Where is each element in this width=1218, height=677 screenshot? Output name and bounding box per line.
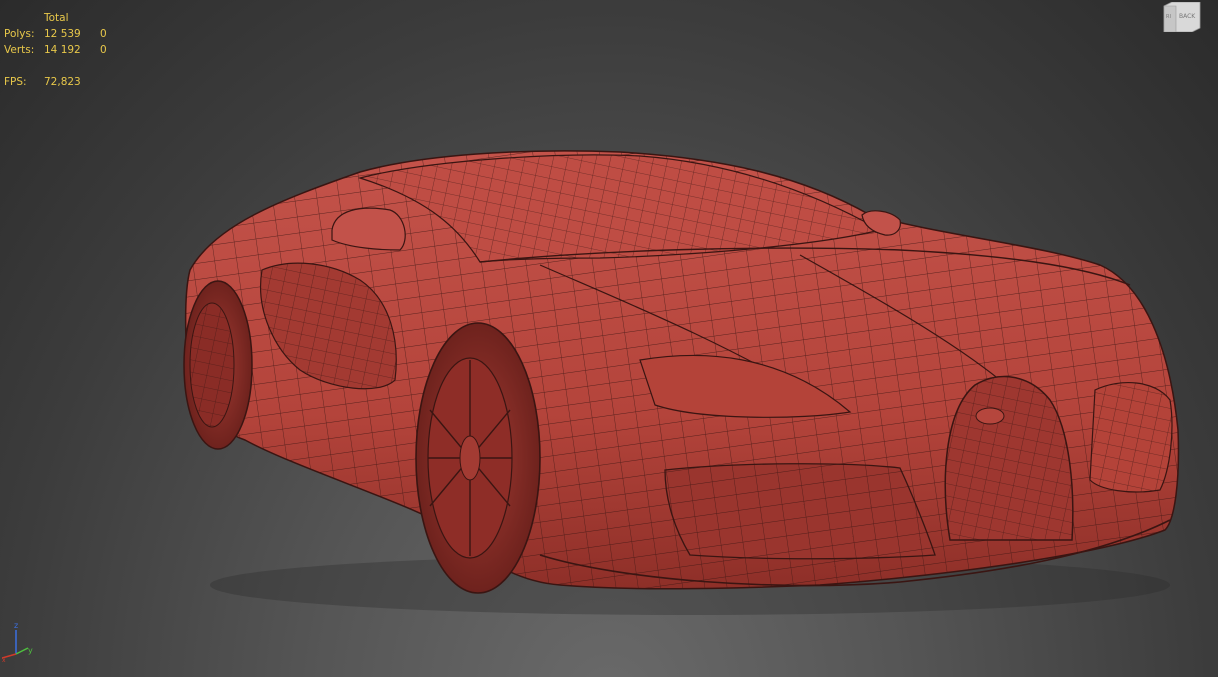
verts-row: Verts: 14 192 0 [4,42,120,58]
rear-wheel [183,280,253,450]
polys-row: Polys: 12 539 0 [4,26,120,42]
viewcube-back-label: BACK [1179,13,1196,20]
polys-total: 12 539 [44,28,81,40]
axis-gizmo: z y x [2,621,33,663]
fps-value: 72,823 [44,76,81,88]
verts-selected: 0 [100,44,107,56]
viewcube-side-label: RI [1166,14,1171,20]
polys-selected: 0 [100,28,107,40]
y-axis-label: y [28,646,33,655]
car-mesh[interactable] [183,150,1180,615]
fps-row: FPS: 72,823 [4,74,120,90]
viewport[interactable] [0,0,1218,677]
badge [975,407,1005,425]
viewcube[interactable]: RI BACK [1162,2,1202,32]
stats-spacer [4,10,44,26]
x-axis-label: x [2,657,6,663]
y-axis-line [15,647,29,655]
fps-label: FPS: [4,76,27,88]
verts-label: Verts: [4,44,35,56]
polys-label: Polys: [4,28,35,40]
z-axis-label: z [14,621,18,630]
left-mirror [331,207,406,251]
viewport-statistics: Total Polys: 12 539 0 Verts: 14 192 0 FP… [4,10,120,90]
stats-header-total: Total [44,12,69,24]
verts-total: 14 192 [44,44,81,56]
front-wheel [415,322,541,594]
